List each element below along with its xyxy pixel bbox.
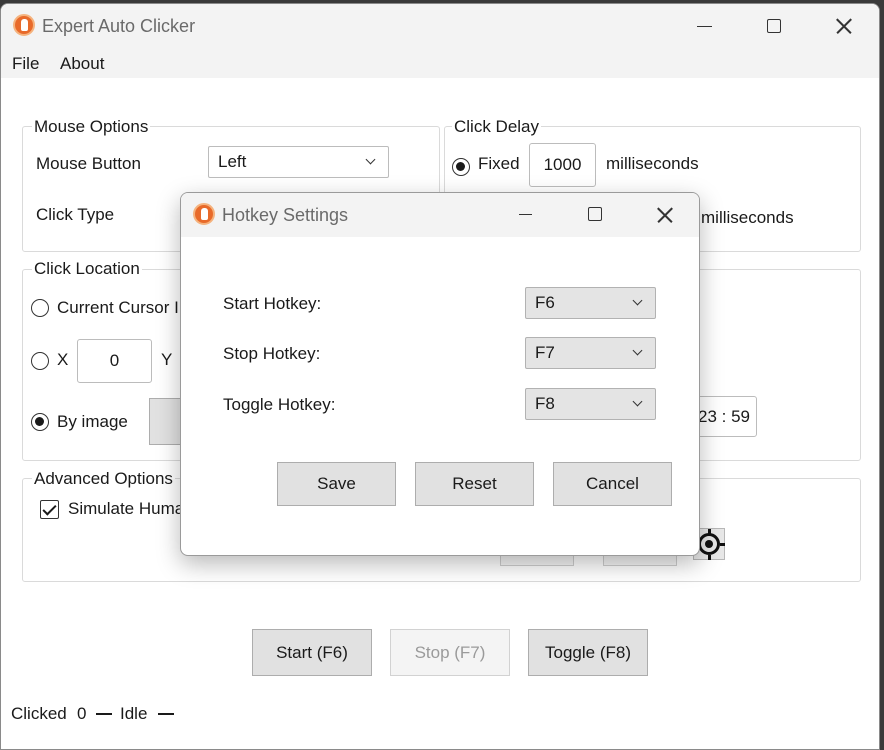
chevron-down-icon bbox=[632, 295, 643, 306]
current-cursor-label: Current Cursor I bbox=[57, 298, 179, 317]
start-button[interactable]: Start (F6) bbox=[252, 629, 372, 676]
chevron-down-icon bbox=[365, 154, 376, 165]
clicked-count: 0 bbox=[77, 704, 87, 723]
start-hotkey-label: Start Hotkey: bbox=[223, 294, 322, 313]
click-type-label: Click Type bbox=[36, 205, 115, 224]
menu-about[interactable]: About bbox=[60, 54, 104, 74]
random-unit-label: milliseconds bbox=[701, 208, 794, 227]
current-cursor-radio[interactable] bbox=[31, 299, 49, 317]
crosshair-icon-right bbox=[720, 543, 725, 546]
maximize-icon bbox=[588, 207, 602, 221]
toggle-hotkey-value: F8 bbox=[535, 394, 555, 413]
x-label: X bbox=[57, 350, 69, 369]
dialog-app-icon bbox=[193, 203, 215, 225]
status-state: Idle bbox=[120, 704, 148, 723]
time-input[interactable]: 23 : 59 bbox=[691, 396, 757, 437]
by-image-label: By image bbox=[57, 412, 128, 431]
close-icon bbox=[834, 16, 854, 36]
stop-button[interactable]: Stop (F7) bbox=[390, 629, 510, 676]
hotkey-settings-dialog: Hotkey Settings Start Hotkey: F6 Stop Ho… bbox=[180, 192, 700, 556]
dialog-minimize-button[interactable] bbox=[503, 193, 549, 237]
stop-hotkey-label: Stop Hotkey: bbox=[223, 344, 321, 363]
mouse-button-value: Left bbox=[218, 152, 247, 171]
fixed-delay-radio[interactable] bbox=[452, 158, 470, 176]
crosshair-icon-top bbox=[708, 529, 711, 534]
app-icon bbox=[13, 14, 35, 36]
menu-bar: File About bbox=[1, 48, 879, 78]
dialog-title-bar[interactable]: Hotkey Settings bbox=[181, 193, 699, 237]
crosshair-icon-bottom bbox=[708, 555, 711, 560]
status-separator bbox=[96, 713, 112, 715]
stop-hotkey-value: F7 bbox=[535, 343, 555, 362]
simulate-label: Simulate Huma bbox=[68, 499, 185, 518]
minimize-icon bbox=[697, 26, 712, 27]
x-input[interactable]: 0 bbox=[77, 339, 152, 383]
start-hotkey-value: F6 bbox=[535, 293, 555, 312]
chevron-down-icon bbox=[632, 345, 643, 356]
crosshair-icon bbox=[698, 533, 720, 555]
status-separator-end bbox=[158, 713, 174, 715]
advanced-options-title: Advanced Options bbox=[32, 469, 175, 489]
fixed-unit-label: milliseconds bbox=[606, 154, 699, 173]
click-delay-title: Click Delay bbox=[452, 117, 542, 137]
mouse-button-label: Mouse Button bbox=[36, 154, 141, 173]
dialog-title: Hotkey Settings bbox=[222, 205, 349, 225]
fixed-label: Fixed bbox=[478, 154, 520, 173]
fixed-delay-input[interactable]: 1000 bbox=[529, 143, 596, 187]
minimize-button[interactable] bbox=[681, 4, 727, 48]
start-hotkey-select[interactable]: F6 bbox=[525, 287, 656, 319]
mouse-button-select[interactable]: Left bbox=[208, 146, 389, 178]
cancel-button[interactable]: Cancel bbox=[553, 462, 672, 506]
window-title: Expert Auto Clicker bbox=[42, 16, 196, 36]
stop-hotkey-select[interactable]: F7 bbox=[525, 337, 656, 369]
save-button[interactable]: Save bbox=[277, 462, 396, 506]
dialog-maximize-button[interactable] bbox=[572, 193, 618, 237]
xy-position-radio[interactable] bbox=[31, 352, 49, 370]
close-button[interactable] bbox=[821, 4, 867, 48]
minimize-icon bbox=[519, 214, 532, 215]
toggle-button[interactable]: Toggle (F8) bbox=[528, 629, 648, 676]
maximize-icon bbox=[767, 19, 781, 33]
reset-button[interactable]: Reset bbox=[415, 462, 534, 506]
title-bar[interactable]: Expert Auto Clicker bbox=[1, 4, 879, 48]
toggle-hotkey-select[interactable]: F8 bbox=[525, 388, 656, 420]
chevron-down-icon bbox=[632, 396, 643, 407]
simulate-checkbox[interactable] bbox=[40, 500, 59, 519]
by-image-radio[interactable] bbox=[31, 413, 49, 431]
close-icon bbox=[655, 205, 675, 225]
dialog-close-button[interactable] bbox=[642, 193, 688, 237]
mouse-options-title: Mouse Options bbox=[32, 117, 151, 137]
clicked-label: Clicked bbox=[11, 704, 67, 723]
maximize-button[interactable] bbox=[751, 4, 797, 48]
click-location-title: Click Location bbox=[32, 259, 142, 279]
y-label: Y bbox=[161, 350, 173, 369]
menu-file[interactable]: File bbox=[12, 54, 39, 74]
toggle-hotkey-label: Toggle Hotkey: bbox=[223, 395, 336, 414]
